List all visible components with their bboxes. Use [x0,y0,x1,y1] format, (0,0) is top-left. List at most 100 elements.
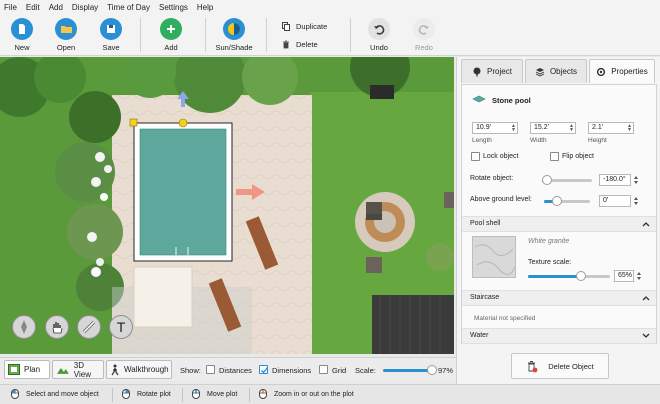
spinner-arrows-icon[interactable] [633,174,639,186]
chevron-up-icon [642,222,650,227]
pan-tool-button[interactable] [45,315,69,339]
status-separator [112,388,113,402]
marble-texture-icon [474,244,516,275]
toolbar-separator [140,18,141,52]
texture-scale-label: Texture scale: [528,259,572,266]
measure-tool-button[interactable] [77,315,101,339]
spinner-arrows-icon[interactable] [633,195,639,207]
mouse-wheel-icon [259,389,267,399]
menu-settings[interactable]: Settings [159,3,188,12]
floppy-disk-icon [100,18,122,40]
menu-add[interactable]: Add [49,3,63,12]
gear-icon [597,67,606,76]
status-select-move: Select and move object [10,389,99,399]
redo-button[interactable]: Redo [404,18,444,52]
right-panel: Project Objects Properties Stone pool 10… [456,57,660,384]
new-button[interactable]: New [2,18,42,52]
distances-checkbox[interactable] [206,365,215,374]
spinner-arrows-icon[interactable]: ▲ ▼ [627,124,632,133]
flip-object-checkbox[interactable] [550,152,559,161]
duplicate-button[interactable]: Duplicate [282,22,327,31]
status-zoom: Zoom in or out on the plot [258,389,354,399]
walkthrough-button[interactable]: Walkthrough [106,360,172,379]
length-label: Length [472,137,492,144]
rotate-slider-handle[interactable] [542,175,552,185]
menu-help[interactable]: Help [197,3,213,12]
tab-objects[interactable]: Objects [525,59,587,83]
mouse-middle-icon [192,389,200,399]
lock-object-checkbox[interactable] [471,152,480,161]
chevron-up-icon [642,296,650,301]
menu-edit[interactable]: Edit [26,3,40,12]
menu-display[interactable]: Display [72,3,98,12]
water-section-header[interactable]: Water [462,328,656,344]
dimensions-checkbox[interactable] [259,365,269,374]
menu-file[interactable]: File [4,3,17,12]
menu-time-of-day[interactable]: Time of Day [107,3,150,12]
grid-checkbox[interactable] [319,365,328,374]
menu-bar: File Edit Add Display Time of Day Settin… [0,0,660,14]
text-tool-button[interactable]: T [109,315,133,339]
object-name: Stone pool [492,96,531,105]
sun-shade-button[interactable]: Sun/Shade [214,18,254,52]
status-bar: Select and move object Rotate plot Move … [0,384,660,404]
plus-icon [160,18,182,40]
scale-slider-fill [383,369,432,372]
texture-scale-slider-handle[interactable] [576,271,586,281]
plan-canvas[interactable]: T [0,57,454,354]
properties-panel: Stone pool 10.9' ▲ ▼ Length 15.2' ▲ ▼ Widt… [461,84,657,344]
3d-view-button[interactable]: 3D View [52,360,104,379]
folder-icon [55,18,77,40]
rotate-object-label: Rotate object: [470,175,514,182]
view-bar: Plan 3D View Walkthrough Show: Distances… [0,357,456,381]
toolbar-separator [350,18,351,52]
spinner-arrows-icon[interactable]: ▲ ▼ [511,124,516,133]
rotate-input[interactable]: -180.0° [599,174,631,186]
grid-label: Grid [332,366,347,375]
height-input[interactable]: 2.1' ▲ ▼ [588,122,634,134]
toolbar-separator [266,18,267,52]
lock-object-label: Lock object [483,153,519,160]
status-separator [182,388,183,402]
delete-object-button[interactable]: Delete Object [511,353,609,379]
flip-object-label: Flip object [562,153,594,160]
open-button[interactable]: Open [46,18,86,52]
save-button[interactable]: Save [91,18,131,52]
tab-properties[interactable]: Properties [589,59,655,83]
ruler-icon [82,320,96,334]
layers-icon [535,67,545,77]
spinner-arrows-icon[interactable]: ▲ ▼ [569,124,574,133]
ground-slider-handle[interactable] [552,196,562,206]
width-input[interactable]: 15.2' ▲ ▼ [530,122,576,134]
sun-shade-icon [223,18,245,40]
duplicate-icon [282,22,290,31]
tab-project[interactable]: Project [461,59,523,83]
hand-icon [52,322,63,334]
pool-shell-section-header[interactable]: Pool shell [462,216,656,232]
navigate-tool-button[interactable] [12,315,36,339]
dimensions-label: Dimensions [272,366,312,375]
white-granite-swatch[interactable] [472,236,516,278]
plan-view-button[interactable]: Plan [4,360,50,379]
show-label: Show: [180,366,201,375]
text-tool-glyph: T [116,319,126,335]
staircase-material: Material not specified [474,315,536,322]
material-name: White granite [528,238,570,245]
toolbar-separator [205,18,206,52]
new-file-icon [11,18,33,40]
status-move-plot: Move plot [191,389,237,399]
tree-icon [473,67,481,76]
texture-scale-input[interactable]: 65% [614,270,634,282]
ground-level-input[interactable]: 0' [599,195,631,207]
length-input[interactable]: 10.9' ▲ ▼ [472,122,518,134]
garden-plan-drawing [0,57,454,354]
distances-label: Distances [219,366,252,375]
spinner-arrows-icon[interactable] [636,270,642,282]
add-button[interactable]: Add [151,18,191,52]
checkmark-icon [261,367,269,374]
scale-slider-handle[interactable] [427,365,437,375]
undo-button[interactable]: Undo [359,18,399,52]
delete-button[interactable]: Delete [282,40,318,49]
staircase-section-header[interactable]: Staircase [462,290,656,306]
scale-label: Scale: [355,366,376,375]
